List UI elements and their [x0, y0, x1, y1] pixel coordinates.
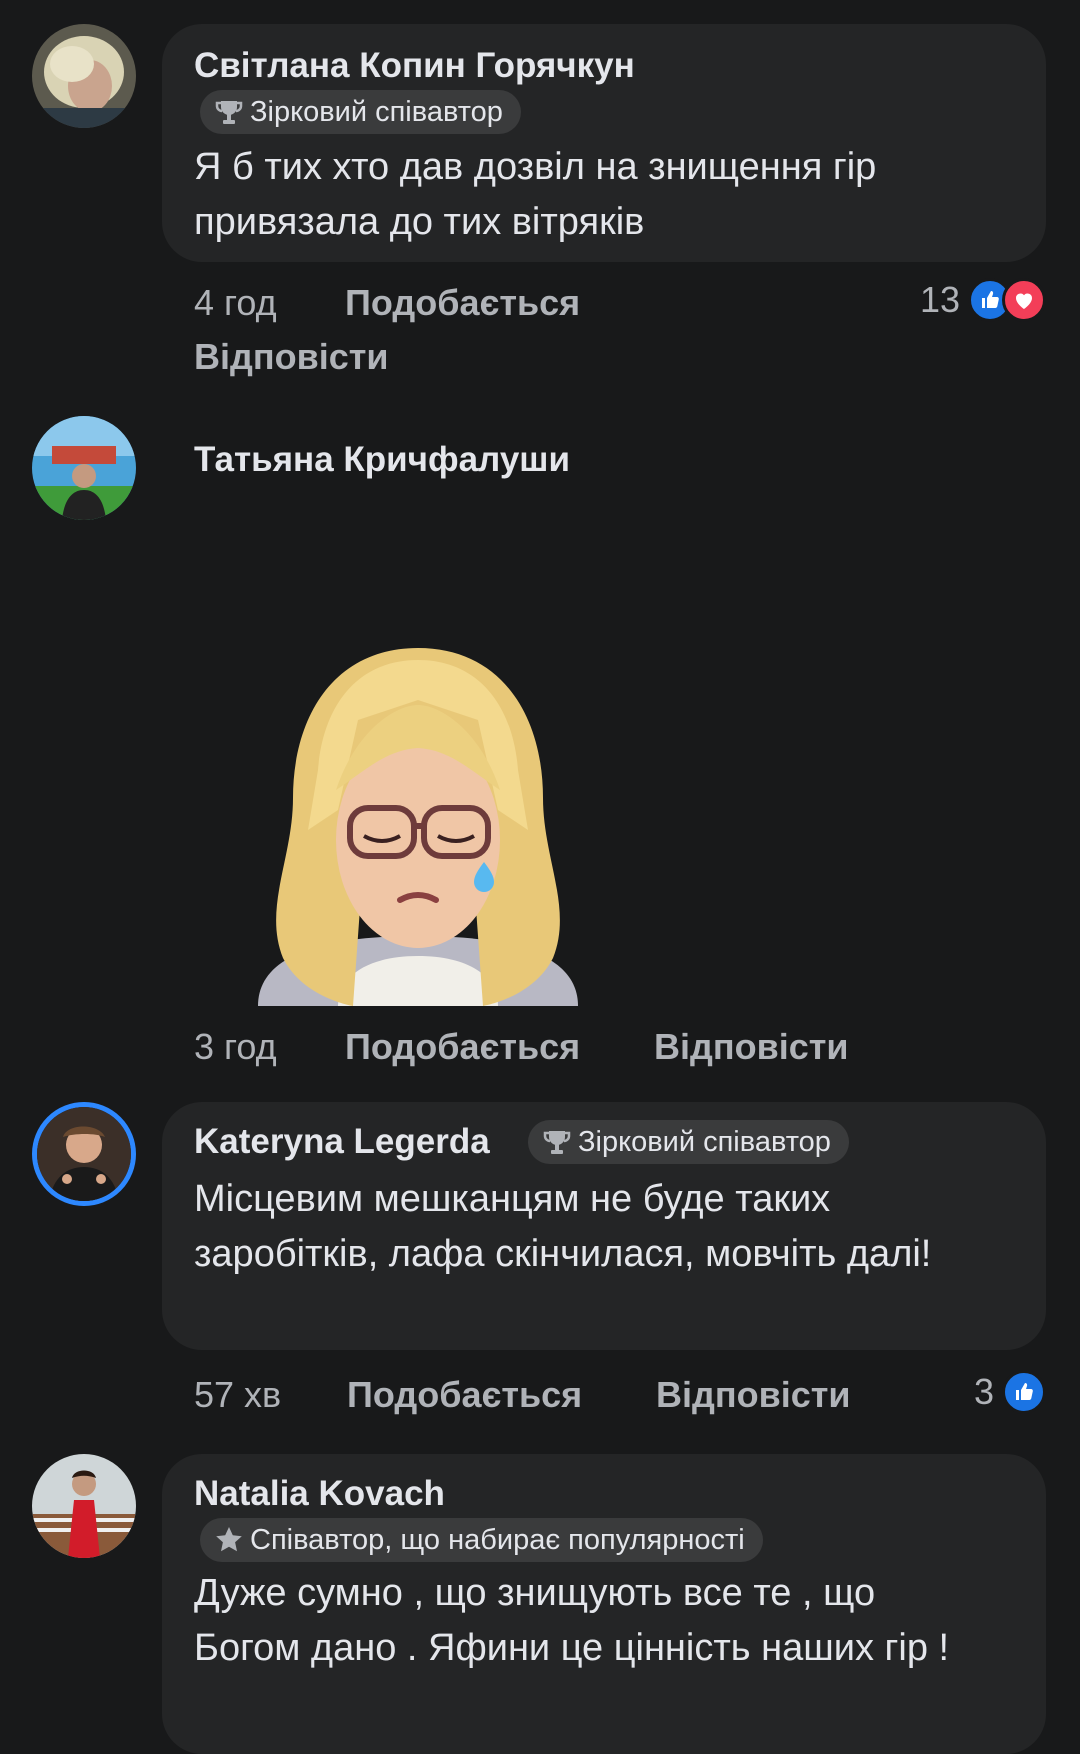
comment-text: Місцевим мешканцям не буде таких заробіт…: [194, 1178, 932, 1275]
avatar[interactable]: [32, 1102, 136, 1206]
avatar[interactable]: [32, 24, 136, 128]
comment-author[interactable]: Світлана Копин Горячкун: [194, 46, 635, 86]
reply-button[interactable]: Відповісти: [654, 1026, 849, 1068]
trophy-icon: [214, 97, 244, 127]
badge-label: Зірковий співавтор: [578, 1125, 831, 1158]
crying-girl-sticker[interactable]: [238, 640, 598, 1006]
contributor-badge[interactable]: Зірковий співавтор: [200, 90, 521, 134]
like-button[interactable]: Подобається: [345, 1026, 580, 1068]
reply-button[interactable]: Відповісти: [194, 336, 389, 378]
love-icon: [1002, 278, 1046, 322]
reaction-count: 13: [919, 279, 960, 320]
comment-text: Дуже сумно , що знищують все те , що Бог…: [194, 1572, 950, 1669]
comment-time[interactable]: 3 год: [194, 1026, 277, 1068]
star-icon: [214, 1525, 244, 1555]
comment-author[interactable]: Natalia Kovach: [194, 1474, 445, 1514]
comment-bubble: Natalia Kovach Співавтор, що набирає поп…: [162, 1454, 1046, 1754]
contributor-badge[interactable]: Співавтор, що набирає популярності: [200, 1518, 763, 1562]
avatar[interactable]: [32, 416, 136, 520]
like-button[interactable]: Подобається: [347, 1374, 582, 1416]
comment-time[interactable]: 4 год: [194, 282, 277, 324]
comment-text: Я б тих хто дав дозвіл на знищення гір п…: [194, 146, 877, 243]
like-button[interactable]: Подобається: [345, 282, 580, 324]
comment-bubble: Світлана Копин Горячкун Зірковий співавт…: [162, 24, 1046, 262]
comment-author[interactable]: Kateryna Legerda: [194, 1122, 490, 1162]
badge-label: Зірковий співавтор: [250, 95, 503, 128]
contributor-badge[interactable]: Зірковий співавтор: [528, 1120, 849, 1164]
comment-time[interactable]: 57 хв: [194, 1374, 281, 1416]
reply-button[interactable]: Відповісти: [656, 1374, 851, 1416]
comment-bubble: Kateryna Legerda Зірковий співавтор Місц…: [162, 1102, 1046, 1350]
reaction-summary[interactable]: 3: [974, 1370, 1046, 1414]
avatar[interactable]: [32, 1454, 136, 1558]
comment-author[interactable]: Татьяна Кричфалуши: [194, 440, 570, 480]
reaction-summary[interactable]: 13: [920, 278, 1046, 322]
trophy-icon: [542, 1127, 572, 1157]
badge-label: Співавтор, що набирає популярності: [250, 1523, 745, 1556]
like-icon: [1002, 1370, 1046, 1414]
reaction-count: 3: [973, 1371, 994, 1412]
